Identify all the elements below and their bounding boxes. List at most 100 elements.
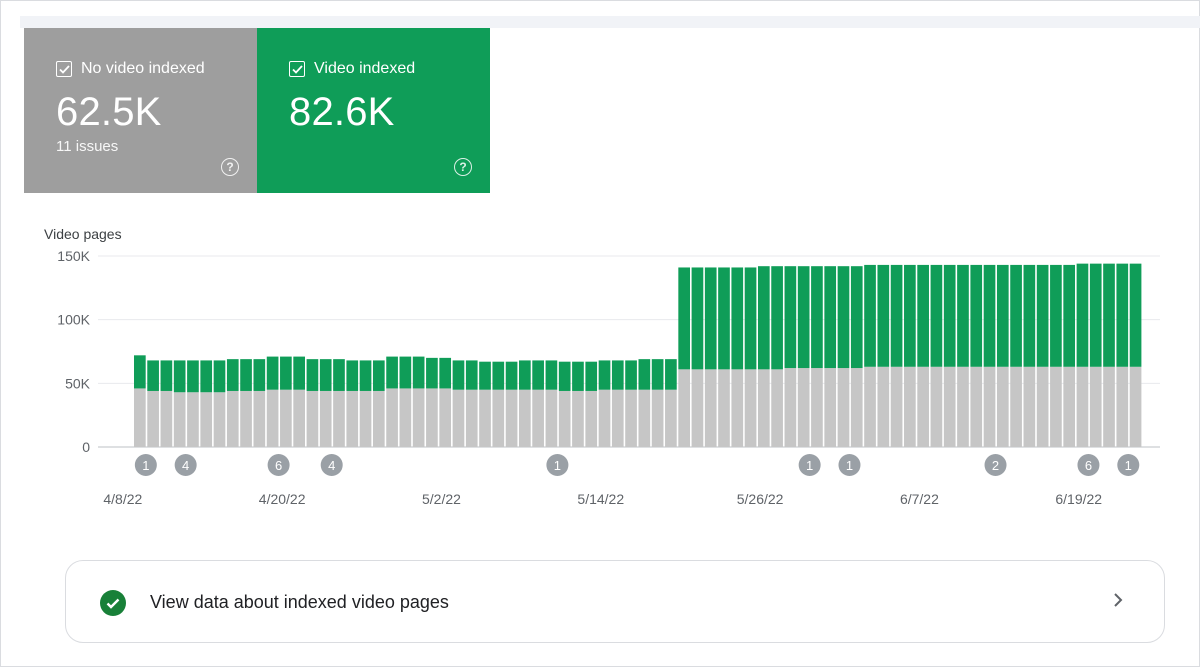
bar-no-video	[1010, 366, 1022, 447]
stacked-bar-chart: 050K100K150K146411126164/8/224/20/225/2/…	[57, 248, 1160, 507]
bar-no-video	[784, 368, 797, 447]
bar-video-indexed	[200, 360, 213, 393]
x-tick-label: 4/8/22	[103, 491, 142, 507]
checkbox-checked-icon[interactable]	[56, 61, 72, 77]
bar-video-indexed	[1089, 263, 1102, 367]
bar-video-indexed	[731, 267, 744, 370]
bar-no-video	[160, 390, 173, 447]
bar-video-indexed	[372, 360, 385, 391]
bar-video-indexed	[293, 356, 305, 390]
bar-no-video	[293, 389, 305, 447]
bar-no-video	[585, 390, 598, 447]
bar-video-indexed	[439, 357, 452, 389]
bar-no-video	[412, 388, 425, 447]
bar-video-indexed	[1076, 263, 1089, 367]
bar-no-video	[492, 389, 505, 447]
bar-no-video	[1076, 366, 1089, 447]
bar-no-video	[731, 369, 744, 447]
annotation-label: 2	[992, 458, 999, 473]
x-tick-label: 5/14/22	[577, 491, 624, 507]
bar-no-video	[1023, 366, 1036, 447]
bar-video-indexed	[651, 359, 664, 390]
bar-video-indexed	[917, 264, 929, 367]
annotation-label: 1	[1125, 458, 1132, 473]
bar-video-indexed	[930, 264, 943, 367]
bar-video-indexed	[718, 267, 730, 370]
bar-video-indexed	[1023, 264, 1036, 367]
bar-no-video	[625, 389, 637, 447]
bar-no-video	[187, 392, 199, 447]
help-circle-icon[interactable]: ?	[454, 158, 472, 176]
bar-no-video	[1089, 366, 1102, 447]
bar-video-indexed	[1063, 264, 1076, 367]
bar-video-indexed	[412, 356, 425, 389]
bar-video-indexed	[611, 360, 624, 390]
bar-no-video	[240, 390, 252, 447]
checkbox-checked-icon[interactable]	[289, 61, 305, 77]
tile-value: 82.6K	[289, 90, 395, 134]
annotation-label: 1	[846, 458, 853, 473]
bar-no-video	[333, 390, 345, 447]
bar-no-video	[173, 392, 186, 447]
bar-no-video	[837, 368, 850, 447]
bar-no-video	[452, 389, 465, 447]
bar-no-video	[970, 366, 983, 447]
bar-no-video	[996, 366, 1009, 447]
bar-video-indexed	[359, 360, 372, 391]
tile-no-video-indexed[interactable]: No video indexed 62.5K 11 issues ?	[24, 28, 257, 193]
bar-no-video	[1063, 366, 1076, 447]
top-band	[20, 16, 1200, 28]
bar-no-video	[1103, 366, 1115, 447]
bar-video-indexed	[824, 266, 837, 369]
bar-video-indexed	[147, 360, 159, 391]
bar-no-video	[864, 366, 876, 447]
bar-no-video	[678, 369, 691, 447]
bar-video-indexed	[877, 264, 890, 367]
bar-video-indexed	[253, 359, 266, 391]
bar-video-indexed	[266, 356, 279, 390]
chevron-right-icon	[1112, 591, 1124, 614]
bar-video-indexed	[280, 356, 292, 390]
bar-video-indexed	[943, 264, 956, 367]
x-tick-label: 6/19/22	[1055, 491, 1102, 507]
y-tick-label: 50K	[65, 375, 91, 391]
annotation-label: 1	[554, 458, 561, 473]
bar-no-video	[399, 388, 412, 447]
view-indexed-data-link[interactable]: View data about indexed video pages	[65, 560, 1165, 643]
bar-no-video	[253, 390, 266, 447]
bar-no-video	[426, 388, 438, 447]
bar-video-indexed	[558, 361, 571, 391]
bar-video-indexed	[850, 266, 863, 369]
check-circle-icon	[100, 590, 126, 616]
bar-no-video	[465, 389, 478, 447]
bar-no-video	[479, 389, 491, 447]
bar-video-indexed	[532, 360, 544, 390]
bar-video-indexed	[240, 359, 252, 391]
bar-video-indexed	[1116, 263, 1129, 367]
tile-video-indexed[interactable]: Video indexed 82.6K ?	[257, 28, 490, 193]
bar-no-video	[904, 366, 916, 447]
bar-video-indexed	[173, 360, 186, 393]
bar-video-indexed	[134, 355, 146, 389]
bar-video-indexed	[399, 356, 412, 389]
bar-no-video	[545, 389, 558, 447]
bar-no-video	[134, 388, 146, 447]
bar-video-indexed	[757, 266, 770, 370]
tile-label: No video indexed	[81, 60, 205, 77]
bar-video-indexed	[678, 267, 691, 370]
bar-no-video	[226, 390, 239, 447]
annotation-label: 6	[275, 458, 282, 473]
bar-no-video	[877, 366, 890, 447]
bar-no-video	[704, 369, 717, 447]
bar-video-indexed	[983, 264, 996, 367]
y-tick-label: 100K	[57, 312, 90, 328]
bar-video-indexed	[213, 360, 226, 393]
bar-no-video	[280, 389, 292, 447]
bar-no-video	[651, 389, 664, 447]
bar-no-video	[439, 388, 452, 447]
bar-video-indexed	[479, 361, 491, 390]
help-circle-icon[interactable]: ?	[221, 158, 239, 176]
bar-no-video	[665, 389, 677, 447]
bar-no-video	[744, 369, 757, 447]
tile-value: 62.5K	[56, 90, 162, 134]
